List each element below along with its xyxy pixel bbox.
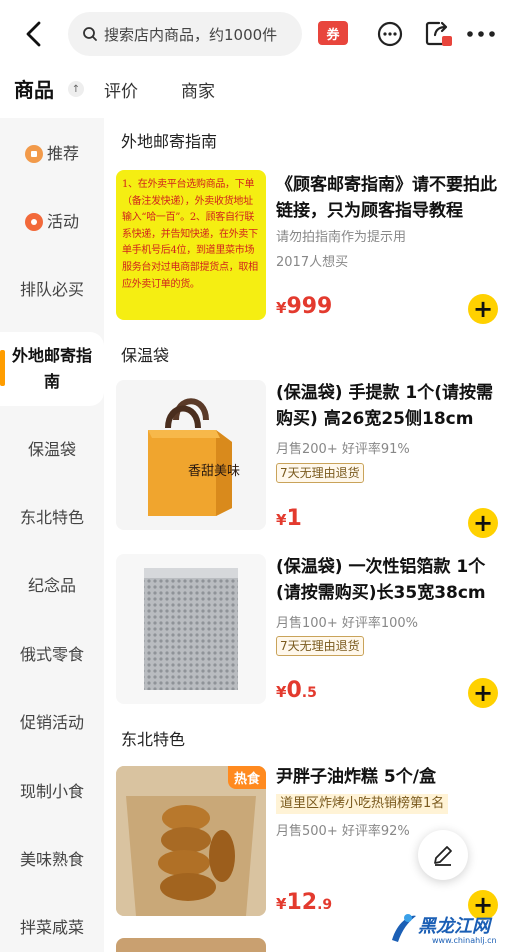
sidebar-item-activity[interactable]: 活动 bbox=[0, 202, 104, 242]
add-to-cart-button[interactable]: + bbox=[468, 508, 498, 538]
watermark-text: 黑龙江网 bbox=[418, 916, 490, 937]
sidebar-item-souvenir[interactable]: 纪念品 bbox=[0, 566, 104, 606]
product-price: ¥1 bbox=[276, 506, 302, 531]
tab-reviews[interactable]: 评价 bbox=[104, 77, 138, 102]
search-icon bbox=[83, 27, 97, 41]
sidebar-item-label: 推荐 bbox=[46, 144, 79, 163]
foil-bag-image bbox=[144, 568, 238, 690]
sidebar-item-label: 活动 bbox=[46, 212, 79, 231]
product-list: 外地邮寄指南 1、在外卖平台选购商品，下单（备注发快递），外卖收货地址输入“哈一… bbox=[104, 118, 517, 952]
add-to-cart-button[interactable]: + bbox=[468, 294, 498, 324]
product-image-bag[interactable]: 香甜美味 bbox=[116, 380, 266, 530]
product-title[interactable]: 尹胖子油炸糕 5个/盒 bbox=[276, 764, 508, 790]
next-product-image bbox=[116, 938, 266, 952]
recommend-icon bbox=[24, 145, 43, 163]
product-image-guide[interactable]: 1、在外卖平台选购商品，下单（备注发快递），外卖收货地址输入“哈一百”。2、顾客… bbox=[116, 170, 266, 320]
category-sidebar: 推荐 活动 排队必买 外地邮寄指南 保温袋 东北特色 纪念品 俄式零食 促销活动… bbox=[0, 118, 104, 952]
product-subtitle: 请勿拍指南作为提示用 bbox=[276, 230, 407, 245]
section-title: 保温袋 bbox=[121, 346, 170, 365]
share-icon[interactable] bbox=[423, 18, 453, 48]
watermark-logo-icon bbox=[392, 914, 416, 942]
top-bar: 搜索店内商品，约1000件 券 bbox=[0, 0, 517, 68]
search-placeholder: 搜索店内商品，约1000件 bbox=[104, 25, 278, 44]
product-sales: 月售100+ 好评率100% bbox=[276, 616, 419, 631]
product-sales: 月售500+ 好评率92% bbox=[276, 824, 410, 839]
message-icon[interactable] bbox=[376, 20, 404, 48]
product-price: ¥0.5 bbox=[276, 678, 317, 703]
sidebar-item-thermal-bag[interactable]: 保温袋 bbox=[0, 430, 104, 470]
guide-image-text: 1、在外卖平台选购商品，下单（备注发快递），外卖收货地址输入“哈一百”。2、顾客… bbox=[122, 179, 258, 290]
tab-goods[interactable]: 商品 bbox=[14, 74, 54, 103]
product-title[interactable]: (保温袋) 手提款 1个(请按需购买) 高26宽25侧18cm bbox=[276, 380, 508, 432]
product-price: ¥12.9 bbox=[276, 890, 333, 915]
product-want-count: 2017人想买 bbox=[276, 255, 349, 270]
return-policy-tag: 7天无理由退货 bbox=[276, 636, 364, 656]
section-title: 东北特色 bbox=[121, 730, 186, 749]
ranking-tag[interactable]: 道里区炸烤小吃热销榜第1名 bbox=[276, 794, 449, 814]
add-to-cart-button[interactable]: + bbox=[468, 678, 498, 708]
more-icon[interactable] bbox=[466, 31, 496, 37]
sidebar-item-mail-guide[interactable]: 外地邮寄指南 bbox=[0, 332, 104, 406]
edit-note-button[interactable] bbox=[418, 830, 468, 880]
bag-print-text: 香甜美味 bbox=[188, 463, 240, 479]
product-image-fried-cake[interactable]: 热食 bbox=[116, 766, 266, 916]
pen-icon bbox=[434, 846, 452, 866]
sidebar-item-cooked-food[interactable]: 美味熟食 bbox=[0, 840, 104, 880]
sidebar-item-promotion[interactable]: 促销活动 bbox=[0, 703, 104, 743]
sidebar-item-label: 外地邮寄指南 bbox=[12, 346, 93, 391]
sidebar-item-recommend[interactable]: 推荐 bbox=[0, 134, 104, 174]
activity-icon bbox=[24, 213, 43, 231]
coupon-icon[interactable]: 券 bbox=[318, 21, 348, 45]
sort-icon[interactable]: ↑ bbox=[68, 81, 84, 97]
product-title[interactable]: 《顾客邮寄指南》请不要拍此链接，只为顾客指导教程 bbox=[276, 172, 508, 224]
tab-merchant[interactable]: 商家 bbox=[181, 77, 215, 102]
search-input[interactable]: 搜索店内商品，约1000件 bbox=[68, 12, 302, 56]
back-arrow-icon[interactable] bbox=[22, 20, 48, 48]
hot-food-badge: 热食 bbox=[227, 766, 266, 789]
sidebar-item-northeast[interactable]: 东北特色 bbox=[0, 498, 104, 538]
sidebar-item-russian-snacks[interactable]: 俄式零食 bbox=[0, 635, 104, 675]
sidebar-item-pickles[interactable]: 拌菜咸菜 bbox=[0, 908, 104, 948]
product-price: ¥999 bbox=[276, 294, 333, 319]
site-watermark: 黑龙江网 www.chinahlj.cn bbox=[388, 910, 516, 950]
product-image-foil-bag[interactable] bbox=[116, 554, 266, 704]
product-sales: 月售200+ 好评率91% bbox=[276, 442, 410, 457]
product-title[interactable]: (保温袋) 一次性铝箔款 1个(请按需购买)长35宽38cm bbox=[276, 554, 508, 606]
section-title: 外地邮寄指南 bbox=[121, 132, 218, 151]
sidebar-item-fresh-snacks[interactable]: 现制小食 bbox=[0, 772, 104, 812]
return-policy-tag: 7天无理由退货 bbox=[276, 463, 364, 483]
sidebar-item-queue[interactable]: 排队必买 bbox=[0, 270, 104, 310]
tab-bar: 商品 ↑ 评价 商家 bbox=[0, 68, 517, 116]
active-indicator bbox=[0, 350, 5, 386]
thermal-bag-image: 香甜美味 bbox=[148, 398, 240, 516]
watermark-url: www.chinahlj.cn bbox=[432, 936, 497, 945]
